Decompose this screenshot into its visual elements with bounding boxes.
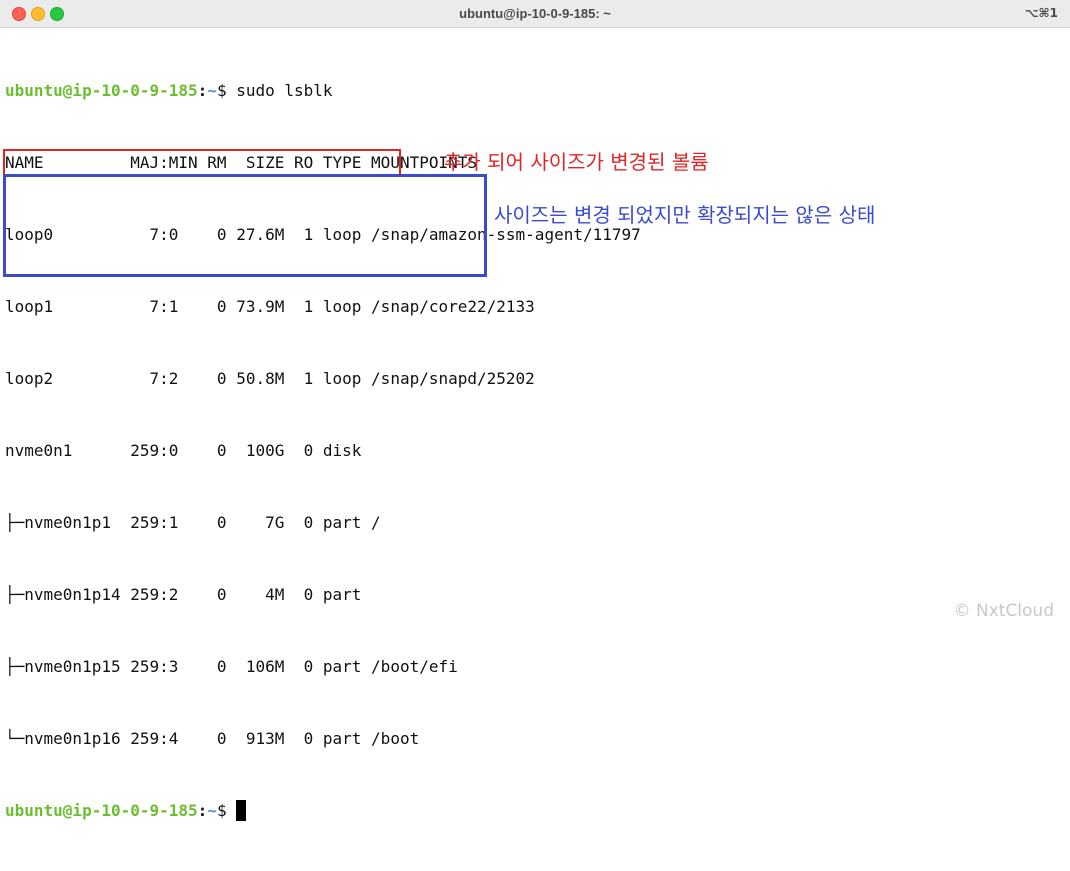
annotation-blue-note: 사이즈는 변경 되었지만 확장되지는 않은 상태 [494, 203, 876, 227]
prompt-colon: : [197, 81, 208, 100]
title-bar[interactable]: ubuntu@ip-10-0-9-185: ~ ⌥⌘1 [0, 0, 1070, 28]
prompt-line[interactable]: ubuntu@ip-10-0-9-185:~$ [5, 799, 641, 823]
prompt-path: ~ [207, 801, 217, 820]
output-line-loop2: loop2 7:2 0 50.8M 1 loop /snap/snapd/252… [5, 369, 535, 388]
command-text: sudo lsblk [236, 81, 333, 100]
prompt-colon: : [197, 801, 208, 820]
text-cursor [236, 800, 247, 821]
watermark-text: © NxtCloud [953, 601, 1054, 621]
window-shortcut: ⌥⌘1 [1024, 6, 1058, 20]
terminal-window: ubuntu@ip-10-0-9-185: ~ ⌥⌘1 ubuntu@ip-10… [0, 0, 1070, 821]
output-line-nvme0n1p15: ├─nvme0n1p15 259:3 0 106M 0 part /boot/e… [5, 657, 458, 676]
prompt-path: ~ [207, 81, 217, 100]
prompt-user-host: ubuntu@ip-10-0-9-185 [5, 81, 198, 100]
prompt-symbol: $ [216, 81, 237, 100]
prompt-symbol: $ [216, 801, 237, 820]
output-line-nvme0n1: nvme0n1 259:0 0 100G 0 disk [5, 441, 362, 460]
highlight-box-partitions [3, 174, 487, 277]
prompt-user-host: ubuntu@ip-10-0-9-185 [5, 801, 198, 820]
highlight-box-disk [3, 149, 401, 177]
output-line-loop1: loop1 7:1 0 73.9M 1 loop /snap/core22/21… [5, 297, 535, 316]
output-line-nvme0n1p14: ├─nvme0n1p14 259:2 0 4M 0 part [5, 585, 362, 604]
output-line-nvme0n1p16: └─nvme0n1p16 259:4 0 913M 0 part /boot [5, 729, 420, 748]
annotation-red-note: 추가 되어 사이즈가 변경된 볼륨 [444, 150, 709, 174]
command-line: ubuntu@ip-10-0-9-185:~$ sudo lsblk [5, 79, 641, 103]
output-line-nvme0n1p1: ├─nvme0n1p1 259:1 0 7G 0 part / [5, 513, 381, 532]
window-title: ubuntu@ip-10-0-9-185: ~ [459, 6, 611, 21]
